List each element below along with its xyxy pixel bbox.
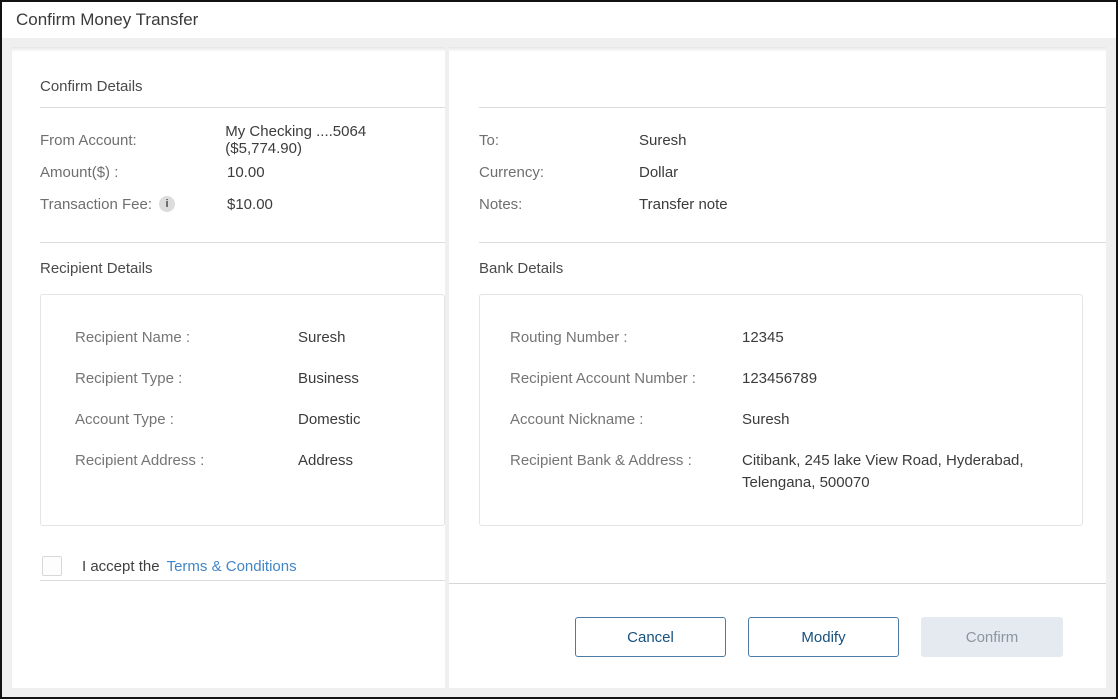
bank-details-heading: Bank Details xyxy=(479,260,1106,277)
account-type-row: Account Type : Domestic xyxy=(75,399,444,440)
from-account-label: From Account: xyxy=(40,132,225,149)
recipient-address-value: Address xyxy=(298,452,353,469)
confirm-details-right-rows: To: Suresh Currency: Dollar Notes: Trans… xyxy=(479,108,1106,220)
terms-and-conditions-link[interactable]: Terms & Conditions xyxy=(167,558,297,575)
recipient-details-heading: Recipient Details xyxy=(40,260,445,277)
transaction-fee-row: Transaction Fee: i $10.00 xyxy=(40,188,445,220)
recipient-name-label: Recipient Name : xyxy=(75,329,298,346)
currency-row: Currency: Dollar xyxy=(479,156,1106,188)
spacer xyxy=(479,47,1106,95)
terms-row: I accept the Terms & Conditions xyxy=(40,552,445,580)
account-nickname-row: Account Nickname : Suresh xyxy=(510,399,1082,440)
modify-button[interactable]: Modify xyxy=(748,617,899,657)
divider xyxy=(40,580,445,581)
currency-value: Dollar xyxy=(639,164,678,181)
to-label: To: xyxy=(479,132,639,149)
recipient-bank-address-label: Recipient Bank & Address : xyxy=(510,450,742,472)
bank-details-box: Routing Number : 12345 Recipient Account… xyxy=(479,294,1083,526)
account-nickname-label: Account Nickname : xyxy=(510,411,742,428)
recipient-address-row: Recipient Address : Address xyxy=(75,440,444,481)
routing-number-row: Routing Number : 12345 xyxy=(510,317,1082,358)
account-nickname-value: Suresh xyxy=(742,411,790,428)
divider xyxy=(40,242,445,243)
transaction-fee-label: Transaction Fee: i xyxy=(40,196,227,213)
info-icon[interactable]: i xyxy=(159,196,175,212)
page-title-text: Confirm Money Transfer xyxy=(16,10,198,30)
recipient-address-label: Recipient Address : xyxy=(75,452,298,469)
amount-label: Amount($) : xyxy=(40,164,227,181)
recipient-type-value: Business xyxy=(298,370,359,387)
from-account-row: From Account: My Checking ....5064 ($5,7… xyxy=(40,124,445,156)
recipient-bank-address-value: Citibank, 245 lake View Road, Hyderabad,… xyxy=(742,450,1082,494)
notes-value: Transfer note xyxy=(639,196,728,213)
confirm-button[interactable]: Confirm xyxy=(921,617,1063,657)
recipient-account-number-row: Recipient Account Number : 123456789 xyxy=(510,358,1082,399)
recipient-name-row: Recipient Name : Suresh xyxy=(75,317,444,358)
recipient-name-value: Suresh xyxy=(298,329,346,346)
to-value: Suresh xyxy=(639,132,687,149)
divider xyxy=(479,242,1106,243)
amount-value: 10.00 xyxy=(227,164,265,181)
page-title: Confirm Money Transfer xyxy=(2,2,1116,38)
recipient-details-box: Recipient Name : Suresh Recipient Type :… xyxy=(40,294,445,526)
confirm-details-left-rows: From Account: My Checking ....5064 ($5,7… xyxy=(40,108,445,220)
routing-number-label: Routing Number : xyxy=(510,329,742,346)
recipient-bank-address-row: Recipient Bank & Address : Citibank, 245… xyxy=(510,440,1082,494)
recipient-type-label: Recipient Type : xyxy=(75,370,298,387)
right-panel: To: Suresh Currency: Dollar Notes: Trans… xyxy=(449,47,1106,688)
notes-row: Notes: Transfer note xyxy=(479,188,1106,220)
recipient-type-row: Recipient Type : Business xyxy=(75,358,444,399)
recipient-account-number-value: 123456789 xyxy=(742,370,817,387)
routing-number-value: 12345 xyxy=(742,329,784,346)
action-buttons: Cancel Modify Confirm xyxy=(479,617,1106,657)
main-content: Confirm Details From Account: My Checkin… xyxy=(12,47,1106,688)
confirm-details-heading: Confirm Details xyxy=(40,47,445,95)
transaction-fee-value: $10.00 xyxy=(227,196,273,213)
left-panel: Confirm Details From Account: My Checkin… xyxy=(12,47,445,688)
notes-label: Notes: xyxy=(479,196,639,213)
from-account-value: My Checking ....5064 ($5,774.90) xyxy=(225,123,445,157)
account-type-label: Account Type : xyxy=(75,411,298,428)
terms-text: I accept the xyxy=(82,558,160,575)
divider xyxy=(449,583,1106,584)
to-row: To: Suresh xyxy=(479,124,1106,156)
amount-row: Amount($) : 10.00 xyxy=(40,156,445,188)
recipient-account-number-label: Recipient Account Number : xyxy=(510,370,742,387)
terms-checkbox[interactable] xyxy=(42,556,62,576)
account-type-value: Domestic xyxy=(298,411,361,428)
cancel-button[interactable]: Cancel xyxy=(575,617,726,657)
currency-label: Currency: xyxy=(479,164,639,181)
